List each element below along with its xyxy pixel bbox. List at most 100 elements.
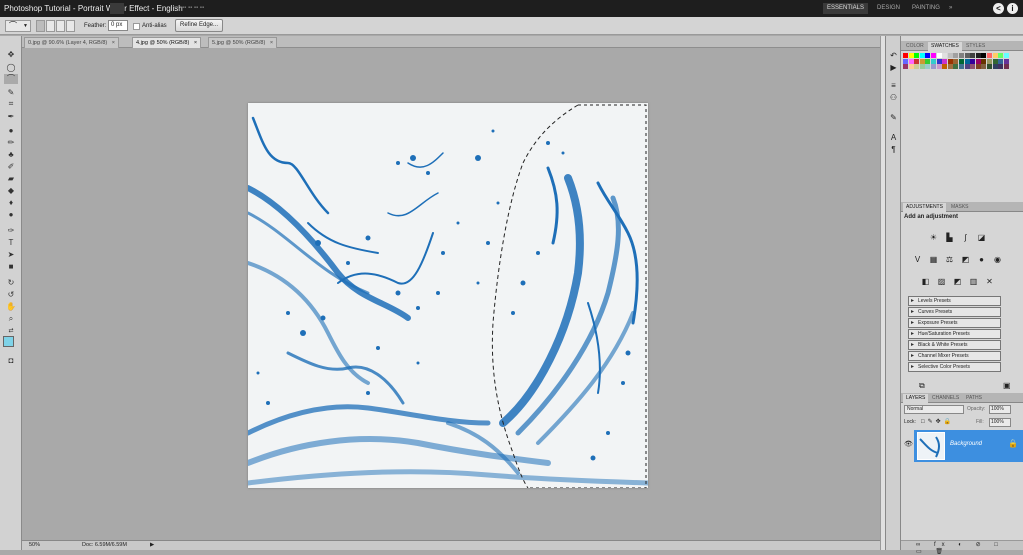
curves-icon[interactable]: ∫ <box>960 232 971 243</box>
workspace-essentials[interactable]: ESSENTIALS <box>823 3 869 14</box>
close-icon[interactable]: × <box>112 40 115 46</box>
color-swatch[interactable] <box>964 53 970 58</box>
color-swatch[interactable] <box>959 58 964 64</box>
channel-mixer-icon[interactable]: ◉ <box>992 254 1003 265</box>
color-swatch[interactable] <box>942 53 948 58</box>
exposure-icon[interactable]: ◪ <box>976 232 987 243</box>
workspace-painting[interactable]: PAINTING <box>908 3 944 14</box>
tab-layers[interactable]: LAYERS <box>903 394 929 403</box>
3d-rotate-tool-icon[interactable]: ↻ <box>4 278 18 288</box>
status-menu-icon[interactable]: ▶ <box>150 541 154 550</box>
history-icon[interactable]: ↶ <box>888 50 899 61</box>
workspace-more-icon[interactable]: » <box>945 3 956 14</box>
color-swatch[interactable] <box>953 58 959 64</box>
document-canvas[interactable] <box>248 103 648 488</box>
paragraph-icon[interactable]: ¶ <box>888 144 899 155</box>
antialias-checkbox[interactable] <box>133 23 140 30</box>
color-swatch[interactable] <box>992 53 998 58</box>
vibrance-icon[interactable]: V <box>912 254 923 265</box>
color-swatch[interactable] <box>959 64 964 70</box>
intersect-selection-button[interactable] <box>66 20 75 32</box>
color-swatch[interactable] <box>903 58 908 64</box>
tab-paths[interactable]: PATHS <box>963 394 985 403</box>
layer-row-background[interactable]: Background 🔒 <box>914 430 1023 462</box>
color-swatch[interactable] <box>1003 53 1009 58</box>
quick-select-tool-icon[interactable]: ✎ <box>4 88 18 98</box>
character-icon[interactable]: A <box>888 132 899 143</box>
selective-color-icon[interactable]: ✕ <box>984 276 995 287</box>
tool-preset-picker[interactable]: ⌒ ▼ <box>5 20 31 32</box>
color-swatch[interactable] <box>908 58 914 64</box>
tab-channels[interactable]: CHANNELS <box>929 394 962 403</box>
zoom-tool-icon[interactable]: ⌕ <box>4 314 18 324</box>
blend-mode-select[interactable]: Normal <box>904 405 964 414</box>
preset-levels[interactable]: ▸ Levels Presets <box>908 296 1001 306</box>
color-swatch[interactable] <box>947 64 953 70</box>
share-icon[interactable]: < <box>993 3 1004 14</box>
feather-input[interactable]: 0 px <box>108 20 128 31</box>
path-select-tool-icon[interactable]: ➤ <box>4 250 18 260</box>
color-swatch[interactable] <box>942 64 948 70</box>
color-swatch[interactable] <box>925 58 931 64</box>
foreground-color-swatch[interactable] <box>3 336 14 347</box>
adjustment-options-icon[interactable]: ▣ <box>1003 381 1011 390</box>
color-swatch[interactable] <box>992 58 998 64</box>
tab-masks[interactable]: MASKS <box>948 203 972 212</box>
color-swatch[interactable] <box>914 58 920 64</box>
color-swatch[interactable] <box>925 53 931 58</box>
doc-tab-0[interactable]: 0.jpg @ 90.6% (Layer 4, RGB/8) × <box>24 37 120 48</box>
doc-tab-5[interactable]: 5.jpg @ 50% (RGB/8) × <box>208 37 278 48</box>
move-tool-icon[interactable]: ✥ <box>4 50 18 60</box>
swatches-grid[interactable] <box>903 53 1015 105</box>
color-swatch[interactable] <box>992 64 998 70</box>
add-selection-button[interactable] <box>46 20 55 32</box>
color-swatch[interactable] <box>908 53 914 58</box>
color-swatch[interactable] <box>975 64 981 70</box>
brightness-icon[interactable]: ☀ <box>928 232 939 243</box>
pen-tool-icon[interactable]: ✑ <box>4 226 18 236</box>
preset-selective-color[interactable]: ▸ Selective Color Presets <box>908 362 1001 372</box>
color-balance-icon[interactable]: ⚖ <box>944 254 955 265</box>
color-swatch[interactable] <box>947 53 953 58</box>
visibility-eye-icon[interactable]: 👁 <box>904 440 913 448</box>
color-swatch[interactable] <box>970 64 976 70</box>
3d-orbit-tool-icon[interactable]: ↺ <box>4 290 18 300</box>
tool-presets-icon[interactable]: ✎ <box>888 112 899 123</box>
quick-mask-icon[interactable]: ◘ <box>4 356 18 366</box>
preset-curves[interactable]: ▸ Curves Presets <box>908 307 1001 317</box>
color-swatch[interactable] <box>925 64 931 70</box>
info-icon[interactable]: i <box>1007 3 1018 14</box>
color-swatch[interactable] <box>953 53 959 58</box>
color-swatch[interactable] <box>919 53 925 58</box>
hue-saturation-icon[interactable]: ▦ <box>928 254 939 265</box>
preset-black-white[interactable]: ▸ Black & White Presets <box>908 340 1001 350</box>
layer-name[interactable]: Background <box>950 441 982 447</box>
tab-adjustments[interactable]: ADJUSTMENTS <box>903 203 946 212</box>
eraser-tool-icon[interactable]: ▰ <box>4 174 18 184</box>
crop-tool-icon[interactable]: ⌗ <box>4 99 18 109</box>
color-swatch[interactable] <box>919 58 925 64</box>
color-swatch[interactable] <box>931 58 936 64</box>
preset-hue-saturation[interactable]: ▸ Hue/Saturation Presets <box>908 329 1001 339</box>
gradient-map-icon[interactable]: ▥ <box>968 276 979 287</box>
fill-input[interactable]: 100% <box>989 418 1011 427</box>
color-swatch[interactable] <box>998 58 1004 64</box>
workspace-design[interactable]: DESIGN <box>873 3 904 14</box>
color-swatch[interactable] <box>970 58 976 64</box>
color-swatch[interactable] <box>931 64 936 70</box>
lasso-tool-icon[interactable]: ⌒ <box>4 74 18 84</box>
posterize-icon[interactable]: ▨ <box>936 276 947 287</box>
color-swatch[interactable] <box>914 64 920 70</box>
opacity-input[interactable]: 100% <box>989 405 1011 414</box>
clone-source-icon[interactable]: ⚇ <box>888 92 899 103</box>
preset-channel-mixer[interactable]: ▸ Channel Mixer Presets <box>908 351 1001 361</box>
color-swatch[interactable] <box>964 58 970 64</box>
zoom-level[interactable]: 50% <box>29 541 40 550</box>
color-swatch[interactable] <box>981 64 987 70</box>
levels-icon[interactable]: ▙ <box>944 232 955 243</box>
gradient-tool-icon[interactable]: ◆ <box>4 186 18 196</box>
color-swatch[interactable] <box>981 58 987 64</box>
swap-colors-icon[interactable]: ⇄ <box>4 326 18 336</box>
invert-icon[interactable]: ◧ <box>920 276 931 287</box>
color-swatch[interactable] <box>919 64 925 70</box>
